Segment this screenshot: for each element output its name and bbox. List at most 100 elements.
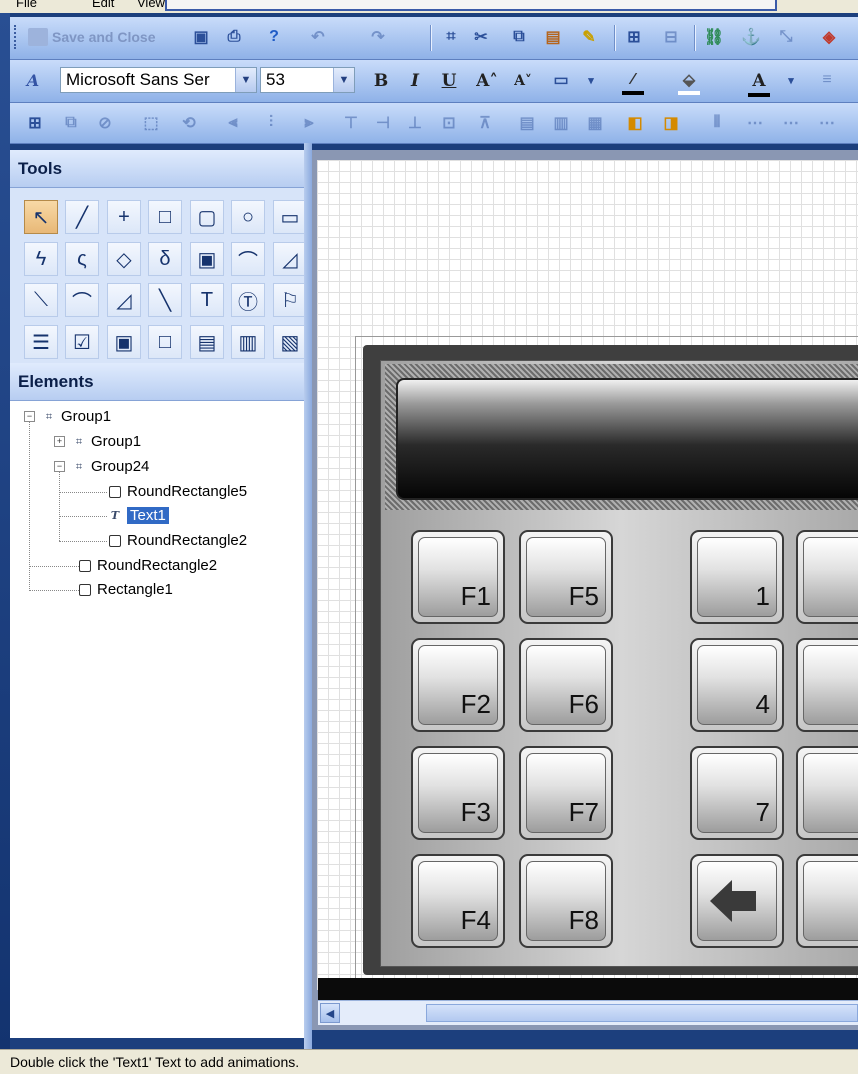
cut-icon[interactable]: ✂ (470, 26, 492, 48)
grow-font-button[interactable]: A˄ (476, 69, 498, 93)
tool-bezier-icon[interactable]: ⟍ (24, 283, 58, 317)
same-size-icon[interactable]: ▦ (584, 112, 606, 134)
tree-node-roundrectangle2-outer[interactable]: RoundRectangle2 (79, 557, 217, 574)
tool-list-icon[interactable]: ☰ (24, 325, 58, 359)
italic-button[interactable]: I (404, 69, 426, 93)
send-back-icon[interactable]: ◨ (660, 112, 682, 134)
space-equal-icon[interactable]: ⋯ (780, 112, 802, 134)
menu-file[interactable]: File (16, 0, 37, 10)
tool-text-box-icon[interactable]: Ⓣ (231, 283, 265, 317)
font-size-select[interactable]: 53 ▼ (260, 67, 355, 93)
tool-closed-curve-icon[interactable]: δ (148, 242, 182, 276)
group-icon[interactable]: ⊞ (24, 112, 46, 134)
tool-cross-icon[interactable]: + (107, 200, 141, 234)
anchor-icon[interactable]: ⚓ (740, 26, 762, 48)
distribute-horizontal-icon[interactable]: ⊡ (438, 112, 460, 134)
key-f8[interactable]: F8 (519, 854, 613, 948)
key-partial[interactable] (796, 854, 858, 948)
ungroup-icon[interactable]: ⧉ (60, 112, 82, 134)
tree-node-group1-child[interactable]: + ⌗ Group1 (54, 433, 141, 450)
edit-group-icon[interactable]: ⊘ (94, 112, 116, 134)
tree-node-group24[interactable]: − ⌗ Group24 (54, 458, 149, 475)
tree-node-roundrectangle5[interactable]: RoundRectangle5 (109, 483, 247, 500)
shrink-font-button[interactable]: A˅ (512, 69, 534, 93)
tree-node-text1[interactable]: T Text1 (109, 507, 169, 524)
tool-polyline-icon[interactable]: ϟ (24, 242, 58, 276)
expand-toggle-icon[interactable]: + (54, 436, 65, 447)
line-color-icon[interactable]: ∕ (622, 69, 644, 95)
menu-view[interactable]: View (137, 0, 165, 10)
ungroup-icon[interactable]: ⊟ (660, 26, 682, 48)
undo-icon[interactable]: ↶ (307, 26, 329, 48)
bold-button[interactable]: B (370, 69, 392, 93)
scroll-left-icon[interactable]: ◀ (320, 1003, 340, 1023)
key-f7[interactable]: F7 (519, 746, 613, 840)
paste-icon[interactable]: ▤ (542, 26, 564, 48)
key-partial[interactable] (796, 746, 858, 840)
group-icon[interactable]: ⊞ (623, 26, 645, 48)
select-all-icon[interactable]: ⌗ (440, 26, 462, 48)
same-width-icon[interactable]: ▤ (516, 112, 538, 134)
backspace-key[interactable] (690, 854, 784, 948)
tool-frame-icon[interactable]: □ (148, 325, 182, 359)
underline-button[interactable]: U (438, 69, 460, 93)
tool-checkbox-icon[interactable]: ☑ (65, 325, 99, 359)
help-icon[interactable]: ? (263, 26, 285, 48)
save-icon[interactable]: ▣ (190, 26, 212, 48)
print-preview-icon[interactable]: ⎙ (223, 26, 245, 48)
chevron-down-icon[interactable]: ▼ (333, 68, 354, 92)
align-left-icon[interactable]: ⫷ (222, 112, 244, 134)
device-display[interactable] (396, 378, 858, 500)
tree-node-roundrectangle2[interactable]: RoundRectangle2 (109, 532, 247, 549)
tool-window-icon[interactable]: ▤ (190, 325, 224, 359)
toolbar-grip[interactable] (14, 25, 20, 49)
align-center-icon[interactable]: ⫶ (260, 112, 282, 134)
panel-splitter[interactable] (304, 143, 312, 1049)
key-f6[interactable]: F6 (519, 638, 613, 732)
tool-gauge-icon[interactable]: ▧ (273, 325, 307, 359)
key-1[interactable]: 1 (690, 530, 784, 624)
tool-arc-icon[interactable]: ⌒ (231, 242, 265, 276)
chevron-down-icon[interactable]: ▼ (235, 68, 256, 92)
collapse-toggle-icon[interactable]: − (54, 461, 65, 472)
color-icon[interactable]: ◈ (818, 26, 840, 48)
chevron-down-icon[interactable]: ▾ (780, 69, 802, 91)
tool-round-rectangle-icon[interactable]: ▢ (190, 200, 224, 234)
space-remove-icon[interactable]: ⋯ (816, 112, 838, 134)
connect-icon[interactable]: ⤡ (775, 26, 797, 48)
tool-arc2-icon[interactable]: ⌒ (65, 283, 99, 317)
space-vertical-icon[interactable]: ⋯ (744, 112, 766, 134)
key-f1[interactable]: F1 (411, 530, 505, 624)
tool-pie2-icon[interactable]: ╲ (148, 283, 182, 317)
key-7[interactable]: 7 (690, 746, 784, 840)
align-top-icon[interactable]: ⊤ (340, 112, 362, 134)
distribute-vertical-icon[interactable]: ⊼ (474, 112, 496, 134)
tool-pie-icon[interactable]: ◿ (273, 242, 307, 276)
link-icon[interactable]: ⛓ (703, 26, 725, 48)
font-color-button[interactable]: A (748, 69, 770, 97)
text-box-format-icon[interactable]: ▭ (550, 69, 572, 91)
same-height-icon[interactable]: ▥ (550, 112, 572, 134)
save-and-close-button[interactable]: Save and Close (28, 26, 156, 48)
align-text-icon[interactable]: ≡ (816, 69, 838, 91)
key-4[interactable]: 4 (690, 638, 784, 732)
tool-rounded-box-icon[interactable]: ▭ (273, 200, 307, 234)
tool-chord-icon[interactable]: ◿ (107, 283, 141, 317)
tool-pointer-icon[interactable]: ↖ (24, 200, 58, 234)
tool-panel-icon[interactable]: ▥ (231, 325, 265, 359)
format-painter-icon[interactable]: ✎ (578, 26, 600, 48)
key-partial[interactable] (796, 530, 858, 624)
collapse-toggle-icon[interactable]: − (24, 411, 35, 422)
bring-front-icon[interactable]: ◧ (624, 112, 646, 134)
tool-symbol-icon[interactable]: ⚐ (273, 283, 307, 317)
font-style-icon[interactable]: A (22, 69, 44, 91)
redo-icon[interactable]: ↷ (367, 26, 389, 48)
tool-ellipse-icon[interactable]: ○ (231, 200, 265, 234)
copy-icon[interactable]: ⧉ (508, 26, 530, 48)
key-partial[interactable] (796, 638, 858, 732)
space-horizontal-icon[interactable]: ⫴ (706, 112, 728, 134)
key-f2[interactable]: F2 (411, 638, 505, 732)
rotate-icon[interactable]: ⟲ (178, 112, 200, 134)
tool-button-icon[interactable]: ▣ (107, 325, 141, 359)
font-family-select[interactable]: Microsoft Sans Ser ▼ (60, 67, 257, 93)
